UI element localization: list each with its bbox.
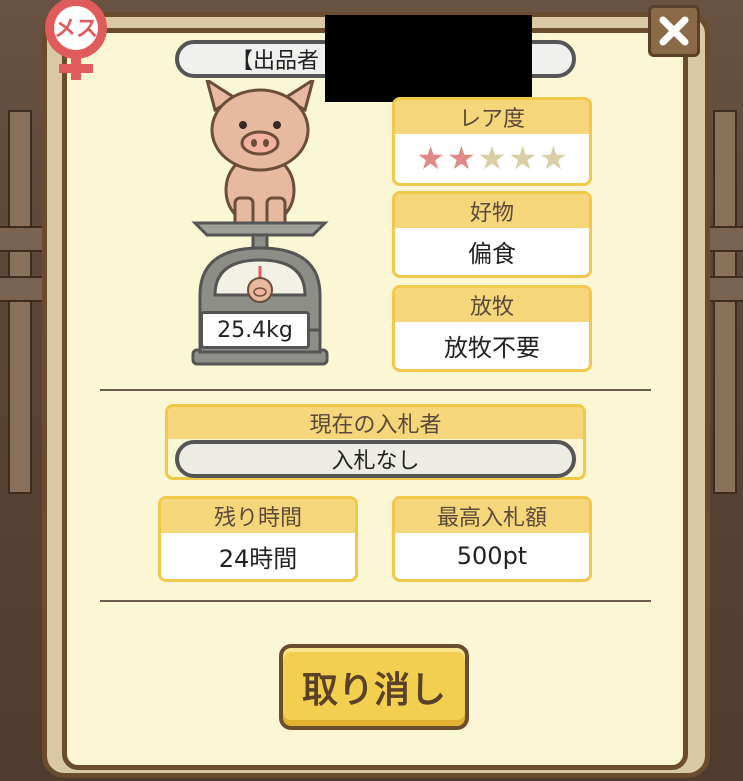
rarity-card: レア度 ★ ★ ★ ★ ★	[392, 97, 592, 186]
pasture-card: 放牧 放牧不要	[392, 285, 592, 372]
bidder-field: 入札なし	[175, 440, 576, 478]
cancel-button[interactable]: 取り消し	[279, 644, 469, 730]
cancel-label: 取り消し	[301, 670, 446, 711]
star-filled-icon: ★	[446, 139, 476, 177]
weight-display: 25.4kg	[200, 311, 310, 349]
pasture-value: 放牧不要	[444, 333, 540, 362]
background-post	[713, 110, 737, 494]
star-empty-icon: ★	[539, 139, 568, 177]
background-post	[8, 110, 32, 494]
remaining-time-value: 24時間	[218, 544, 298, 573]
female-badge-icon: メス	[31, 0, 121, 84]
weight-value: 25.4kg	[217, 317, 293, 343]
gender-label: メス	[54, 17, 98, 42]
star-filled-icon: ★	[416, 139, 445, 177]
close-icon	[659, 16, 689, 46]
remaining-time-header: 残り時間	[161, 499, 355, 533]
close-button[interactable]	[648, 5, 700, 57]
star-empty-icon: ★	[508, 139, 538, 177]
rarity-header: レア度	[395, 100, 589, 134]
redacted-block	[325, 15, 532, 102]
max-bid-header: 最高入札額	[395, 499, 589, 533]
divider	[100, 389, 651, 391]
star-empty-icon: ★	[477, 139, 507, 177]
exhibitor-label: 【出品者	[231, 49, 320, 74]
favorite-card: 好物 偏食	[392, 191, 592, 278]
rarity-stars: ★ ★ ★ ★ ★	[416, 142, 567, 174]
max-bid-value: 500pt	[456, 542, 528, 570]
bidder-header: 現在の入札者	[168, 407, 583, 439]
max-bid-card: 最高入札額 500pt	[392, 496, 592, 582]
remaining-time-card: 残り時間 24時間	[158, 496, 358, 582]
bidder-value: 入札なし	[331, 449, 420, 474]
favorite-value: 偏食	[468, 239, 516, 268]
pasture-header: 放牧	[395, 288, 589, 322]
divider	[100, 600, 651, 602]
favorite-header: 好物	[395, 194, 589, 228]
